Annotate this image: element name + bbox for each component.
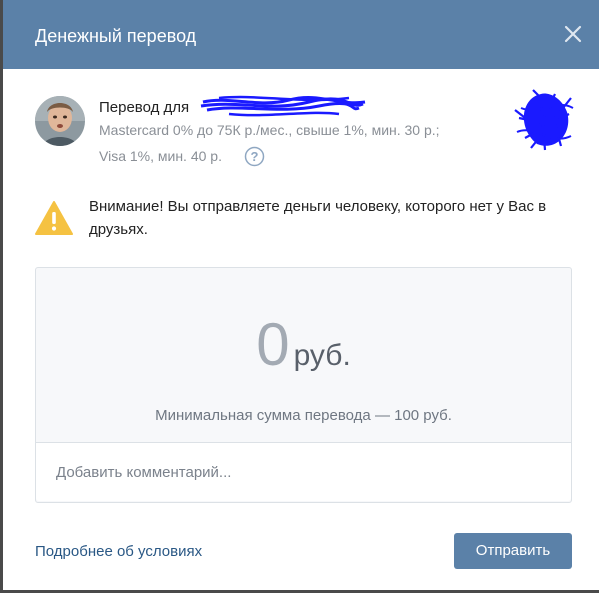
fee-help-button[interactable]: ? bbox=[244, 146, 265, 167]
minimum-amount-note: Минимальная сумма перевода — 100 руб. bbox=[155, 407, 452, 424]
recipient-label: Перевод для bbox=[99, 99, 190, 116]
svg-text:?: ? bbox=[251, 149, 259, 164]
comment-input[interactable]: Добавить комментарий... bbox=[36, 443, 571, 501]
send-button[interactable]: Отправить bbox=[454, 533, 572, 569]
recipient-avatar bbox=[35, 96, 85, 146]
fee-mastercard: Mastercard 0% до 75К р./мес., свыше 1%, … bbox=[99, 122, 440, 138]
redacted-name-scribble bbox=[200, 95, 366, 117]
dialog-header: Денежный перевод bbox=[3, 0, 599, 69]
money-transfer-dialog: Денежный перевод Перевод для Mastercard … bbox=[3, 0, 599, 590]
terms-link[interactable]: Подробнее об условиях bbox=[35, 542, 202, 562]
amount-panel: 0 руб. Минимальная сумма перевода — 100 р… bbox=[35, 267, 572, 503]
warning-triangle-icon bbox=[35, 201, 73, 235]
comment-placeholder: Добавить комментарий... bbox=[56, 464, 232, 481]
close-icon bbox=[564, 25, 582, 43]
dialog-title: Денежный перевод bbox=[35, 26, 197, 46]
not-friend-warning: Внимание! Вы отправляете деньги человеку… bbox=[89, 198, 547, 238]
redacted-avatar-scribble bbox=[514, 89, 574, 151]
amount-display[interactable]: 0 руб. bbox=[36, 310, 571, 391]
close-button[interactable] bbox=[561, 22, 585, 46]
amount-value[interactable]: 0 bbox=[256, 310, 289, 380]
question-circle-icon: ? bbox=[244, 146, 265, 167]
amount-currency: руб. bbox=[293, 339, 351, 372]
fee-visa: Visa 1%, мин. 40 р. bbox=[99, 148, 222, 164]
